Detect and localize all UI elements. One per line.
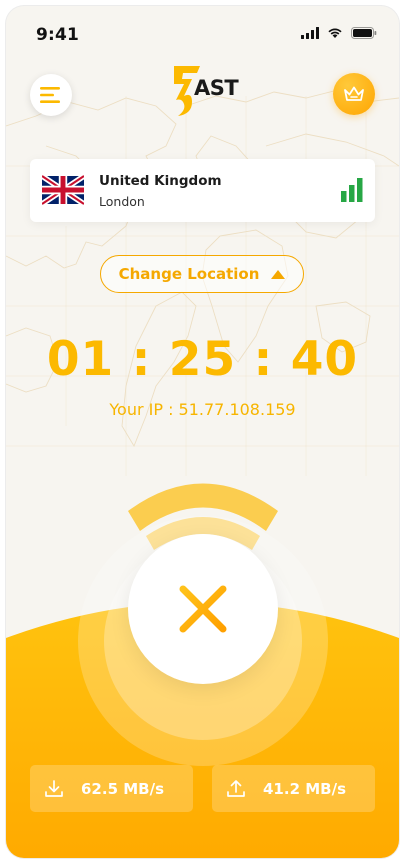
upload-speed-value: 41.2 MB/s bbox=[263, 779, 346, 798]
close-icon bbox=[179, 585, 227, 633]
disconnect-button[interactable] bbox=[128, 534, 278, 684]
download-speed-value: 62.5 MB/s bbox=[81, 779, 164, 798]
app-screen: 9:41 AST United Kingdom London Change Lo… bbox=[6, 6, 399, 858]
download-speed-card: 62.5 MB/s bbox=[30, 765, 193, 812]
upload-speed-card: 41.2 MB/s bbox=[212, 765, 375, 812]
